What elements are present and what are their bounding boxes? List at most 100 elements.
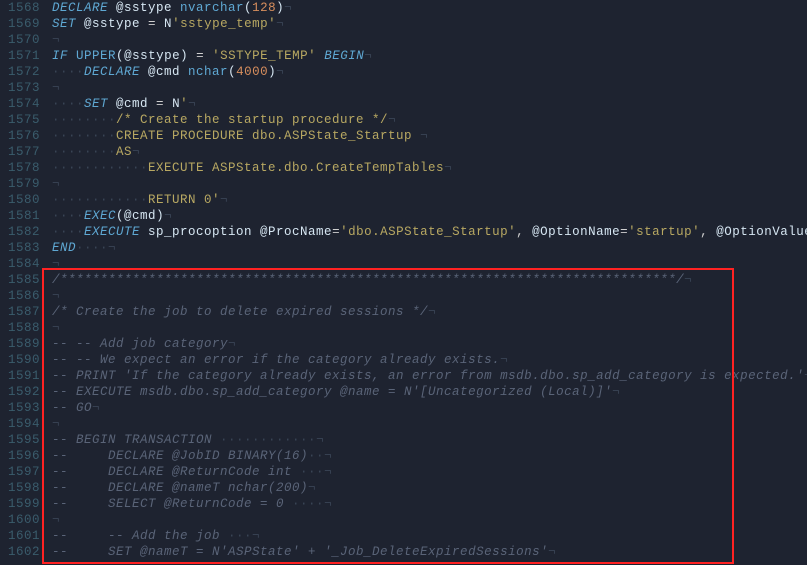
code-line[interactable]: ····SET @cmd = N'¬	[52, 96, 807, 112]
line-number: 1575	[0, 112, 40, 128]
line-number: 1578	[0, 160, 40, 176]
code-editor: 1568156915701571157215731574157515761577…	[0, 0, 807, 565]
whitespace-marker: ········	[52, 129, 116, 143]
code-line[interactable]: IF UPPER(@sstype) = 'SSTYPE_TEMP' BEGIN¬	[52, 48, 807, 64]
newline-marker: ¬	[388, 113, 396, 127]
code-line[interactable]: ············RETURN 0'¬	[52, 192, 807, 208]
token-kw: SET	[52, 17, 76, 31]
code-line[interactable]: -- SELECT @ReturnCode = 0 ····¬	[52, 496, 807, 512]
code-line[interactable]: -- DECLARE @JobID BINARY(16)··¬	[52, 448, 807, 464]
code-line[interactable]: ········AS¬	[52, 144, 807, 160]
token-cmt: /***************************************…	[52, 273, 684, 287]
code-line[interactable]: ····DECLARE @cmd nchar(4000)¬	[52, 64, 807, 80]
token-var	[316, 49, 324, 63]
newline-marker: ¬	[324, 465, 332, 479]
token-cmt: -- EXECUTE msdb.dbo.sp_add_category @nam…	[52, 385, 612, 399]
line-number: 1583	[0, 240, 40, 256]
line-number: 1597	[0, 464, 40, 480]
line-number: 1576	[0, 128, 40, 144]
line-number: 1574	[0, 96, 40, 112]
line-number: 1600	[0, 512, 40, 528]
whitespace-marker: ····	[52, 225, 84, 239]
token-kw: EXECUTE	[84, 225, 140, 239]
newline-marker: ¬	[548, 545, 556, 559]
code-line[interactable]: -- BEGIN TRANSACTION ············¬	[52, 432, 807, 448]
newline-marker: ¬	[612, 385, 620, 399]
token-paren: (	[244, 1, 252, 15]
token-str: AS	[116, 145, 132, 159]
code-line[interactable]: END····¬	[52, 240, 807, 256]
code-line[interactable]: ¬	[52, 512, 807, 528]
token-op: ,	[516, 225, 524, 239]
newline-marker: ¬	[188, 97, 196, 111]
code-line[interactable]: ········/* Create the startup procedure …	[52, 112, 807, 128]
whitespace-marker: ············	[52, 161, 148, 175]
token-str: 'sstype_temp'	[172, 17, 276, 31]
code-line[interactable]: -- DECLARE @nameT nchar(200)¬	[52, 480, 807, 496]
token-str: CREATE PROCEDURE dbo.ASPState_Startup	[116, 129, 420, 143]
newline-marker: ¬	[420, 129, 428, 143]
code-line[interactable]: ¬	[52, 256, 807, 272]
code-line[interactable]: ¬	[52, 416, 807, 432]
code-line[interactable]: DECLARE @sstype nvarchar(128)¬	[52, 0, 807, 16]
newline-marker: ¬	[428, 305, 436, 319]
token-cmt: -- -- We expect an error if the category…	[52, 353, 500, 367]
code-line[interactable]: ¬	[52, 80, 807, 96]
whitespace-marker: ············	[52, 193, 148, 207]
code-line[interactable]: ¬	[52, 32, 807, 48]
token-var	[68, 49, 76, 63]
code-line[interactable]: ············EXECUTE ASPState.dbo.CreateT…	[52, 160, 807, 176]
newline-marker: ¬	[228, 337, 236, 351]
token-kw2: UPPER	[76, 49, 116, 63]
whitespace-marker: ···	[292, 465, 324, 479]
token-var: @cmd	[124, 209, 156, 223]
token-str: RETURN 0'	[148, 193, 220, 207]
token-var: sp_procoption @ProcName	[140, 225, 332, 239]
line-number: 1569	[0, 16, 40, 32]
newline-marker: ¬	[324, 497, 332, 511]
token-var	[204, 49, 212, 63]
token-op: =	[196, 49, 204, 63]
token-cmt: -- PRINT 'If the category already exists…	[52, 369, 804, 383]
newline-marker: ¬	[108, 241, 116, 255]
code-line[interactable]: ¬	[52, 288, 807, 304]
code-line[interactable]: -- GO¬	[52, 400, 807, 416]
line-number: 1581	[0, 208, 40, 224]
code-line[interactable]: -- DECLARE @ReturnCode int ···¬	[52, 464, 807, 480]
code-line[interactable]: ····EXECUTE sp_procoption @ProcName='dbo…	[52, 224, 807, 240]
newline-marker: ¬	[52, 177, 60, 191]
code-line[interactable]: ¬	[52, 176, 807, 192]
code-line[interactable]: -- PRINT 'If the category already exists…	[52, 368, 807, 384]
whitespace-marker: ··	[308, 449, 324, 463]
line-number-gutter: 1568156915701571157215731574157515761577…	[0, 0, 46, 565]
newline-marker: ¬	[500, 353, 508, 367]
code-line[interactable]: SET @sstype = N'sstype_temp'¬	[52, 16, 807, 32]
line-number: 1593	[0, 400, 40, 416]
token-cmt: -- DECLARE @ReturnCode int	[52, 465, 292, 479]
line-number: 1595	[0, 432, 40, 448]
code-line[interactable]: -- EXECUTE msdb.dbo.sp_add_category @nam…	[52, 384, 807, 400]
code-line[interactable]: -- SET @nameT = N'ASPState' + '_Job_Dele…	[52, 544, 807, 560]
code-line[interactable]: -- -- Add the job ···¬	[52, 528, 807, 544]
code-line[interactable]: ········CREATE PROCEDURE dbo.ASPState_St…	[52, 128, 807, 144]
code-line[interactable]: -- -- We expect an error if the category…	[52, 352, 807, 368]
token-cmt: /* Create the job to delete expired sess…	[52, 305, 428, 319]
token-op: =	[332, 225, 340, 239]
code-line[interactable]: -- -- Add job category¬	[52, 336, 807, 352]
code-line[interactable]: ····EXEC(@cmd)¬	[52, 208, 807, 224]
code-line[interactable]: ¬	[52, 320, 807, 336]
newline-marker: ¬	[444, 161, 452, 175]
newline-marker: ¬	[252, 529, 260, 543]
token-cmt: -- -- Add job category	[52, 337, 228, 351]
token-kw: DECLARE	[84, 65, 140, 79]
line-number: 1590	[0, 352, 40, 368]
token-paren: (	[116, 209, 124, 223]
line-number: 1568	[0, 0, 40, 16]
token-str: 'startup'	[628, 225, 700, 239]
code-area[interactable]: DECLARE @sstype nvarchar(128)¬SET @sstyp…	[46, 0, 807, 565]
token-var: @sstype	[124, 49, 180, 63]
code-line[interactable]: /***************************************…	[52, 272, 807, 288]
code-line[interactable]: /* Create the job to delete expired sess…	[52, 304, 807, 320]
token-str: /* Create the startup procedure */	[116, 113, 388, 127]
line-number: 1596	[0, 448, 40, 464]
